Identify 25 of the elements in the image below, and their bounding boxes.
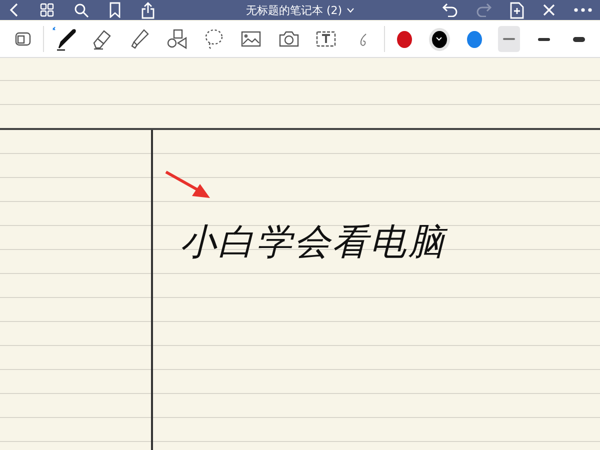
search-icon[interactable] bbox=[74, 2, 89, 18]
lasso-icon bbox=[203, 28, 226, 50]
handwriting: 小白学会看电脑 bbox=[180, 221, 446, 265]
close-icon[interactable] bbox=[542, 3, 556, 17]
chevron-icon bbox=[436, 37, 442, 41]
bookmark-icon[interactable] bbox=[109, 2, 121, 18]
arrow-drawing bbox=[164, 170, 212, 200]
shapes-icon bbox=[166, 28, 188, 50]
color-swatch[interactable] bbox=[466, 30, 482, 48]
image-icon bbox=[240, 29, 262, 49]
share-icon[interactable] bbox=[141, 2, 155, 18]
more-icon[interactable] bbox=[574, 8, 592, 12]
text-box-icon bbox=[315, 29, 338, 49]
add-page-icon[interactable] bbox=[510, 2, 524, 18]
pen-icon bbox=[50, 26, 79, 52]
zoom-window-icon bbox=[14, 30, 32, 48]
undo-icon[interactable] bbox=[442, 3, 458, 17]
notebook-title[interactable]: 无标题的笔记本 (2) bbox=[246, 2, 354, 18]
grid-icon[interactable] bbox=[40, 3, 54, 17]
eraser-icon bbox=[91, 28, 114, 50]
color-swatch[interactable] bbox=[432, 30, 447, 48]
camera-icon bbox=[278, 29, 300, 49]
color-swatch[interactable] bbox=[396, 30, 412, 48]
back-icon[interactable] bbox=[8, 2, 20, 18]
chevron-icon bbox=[347, 8, 354, 13]
